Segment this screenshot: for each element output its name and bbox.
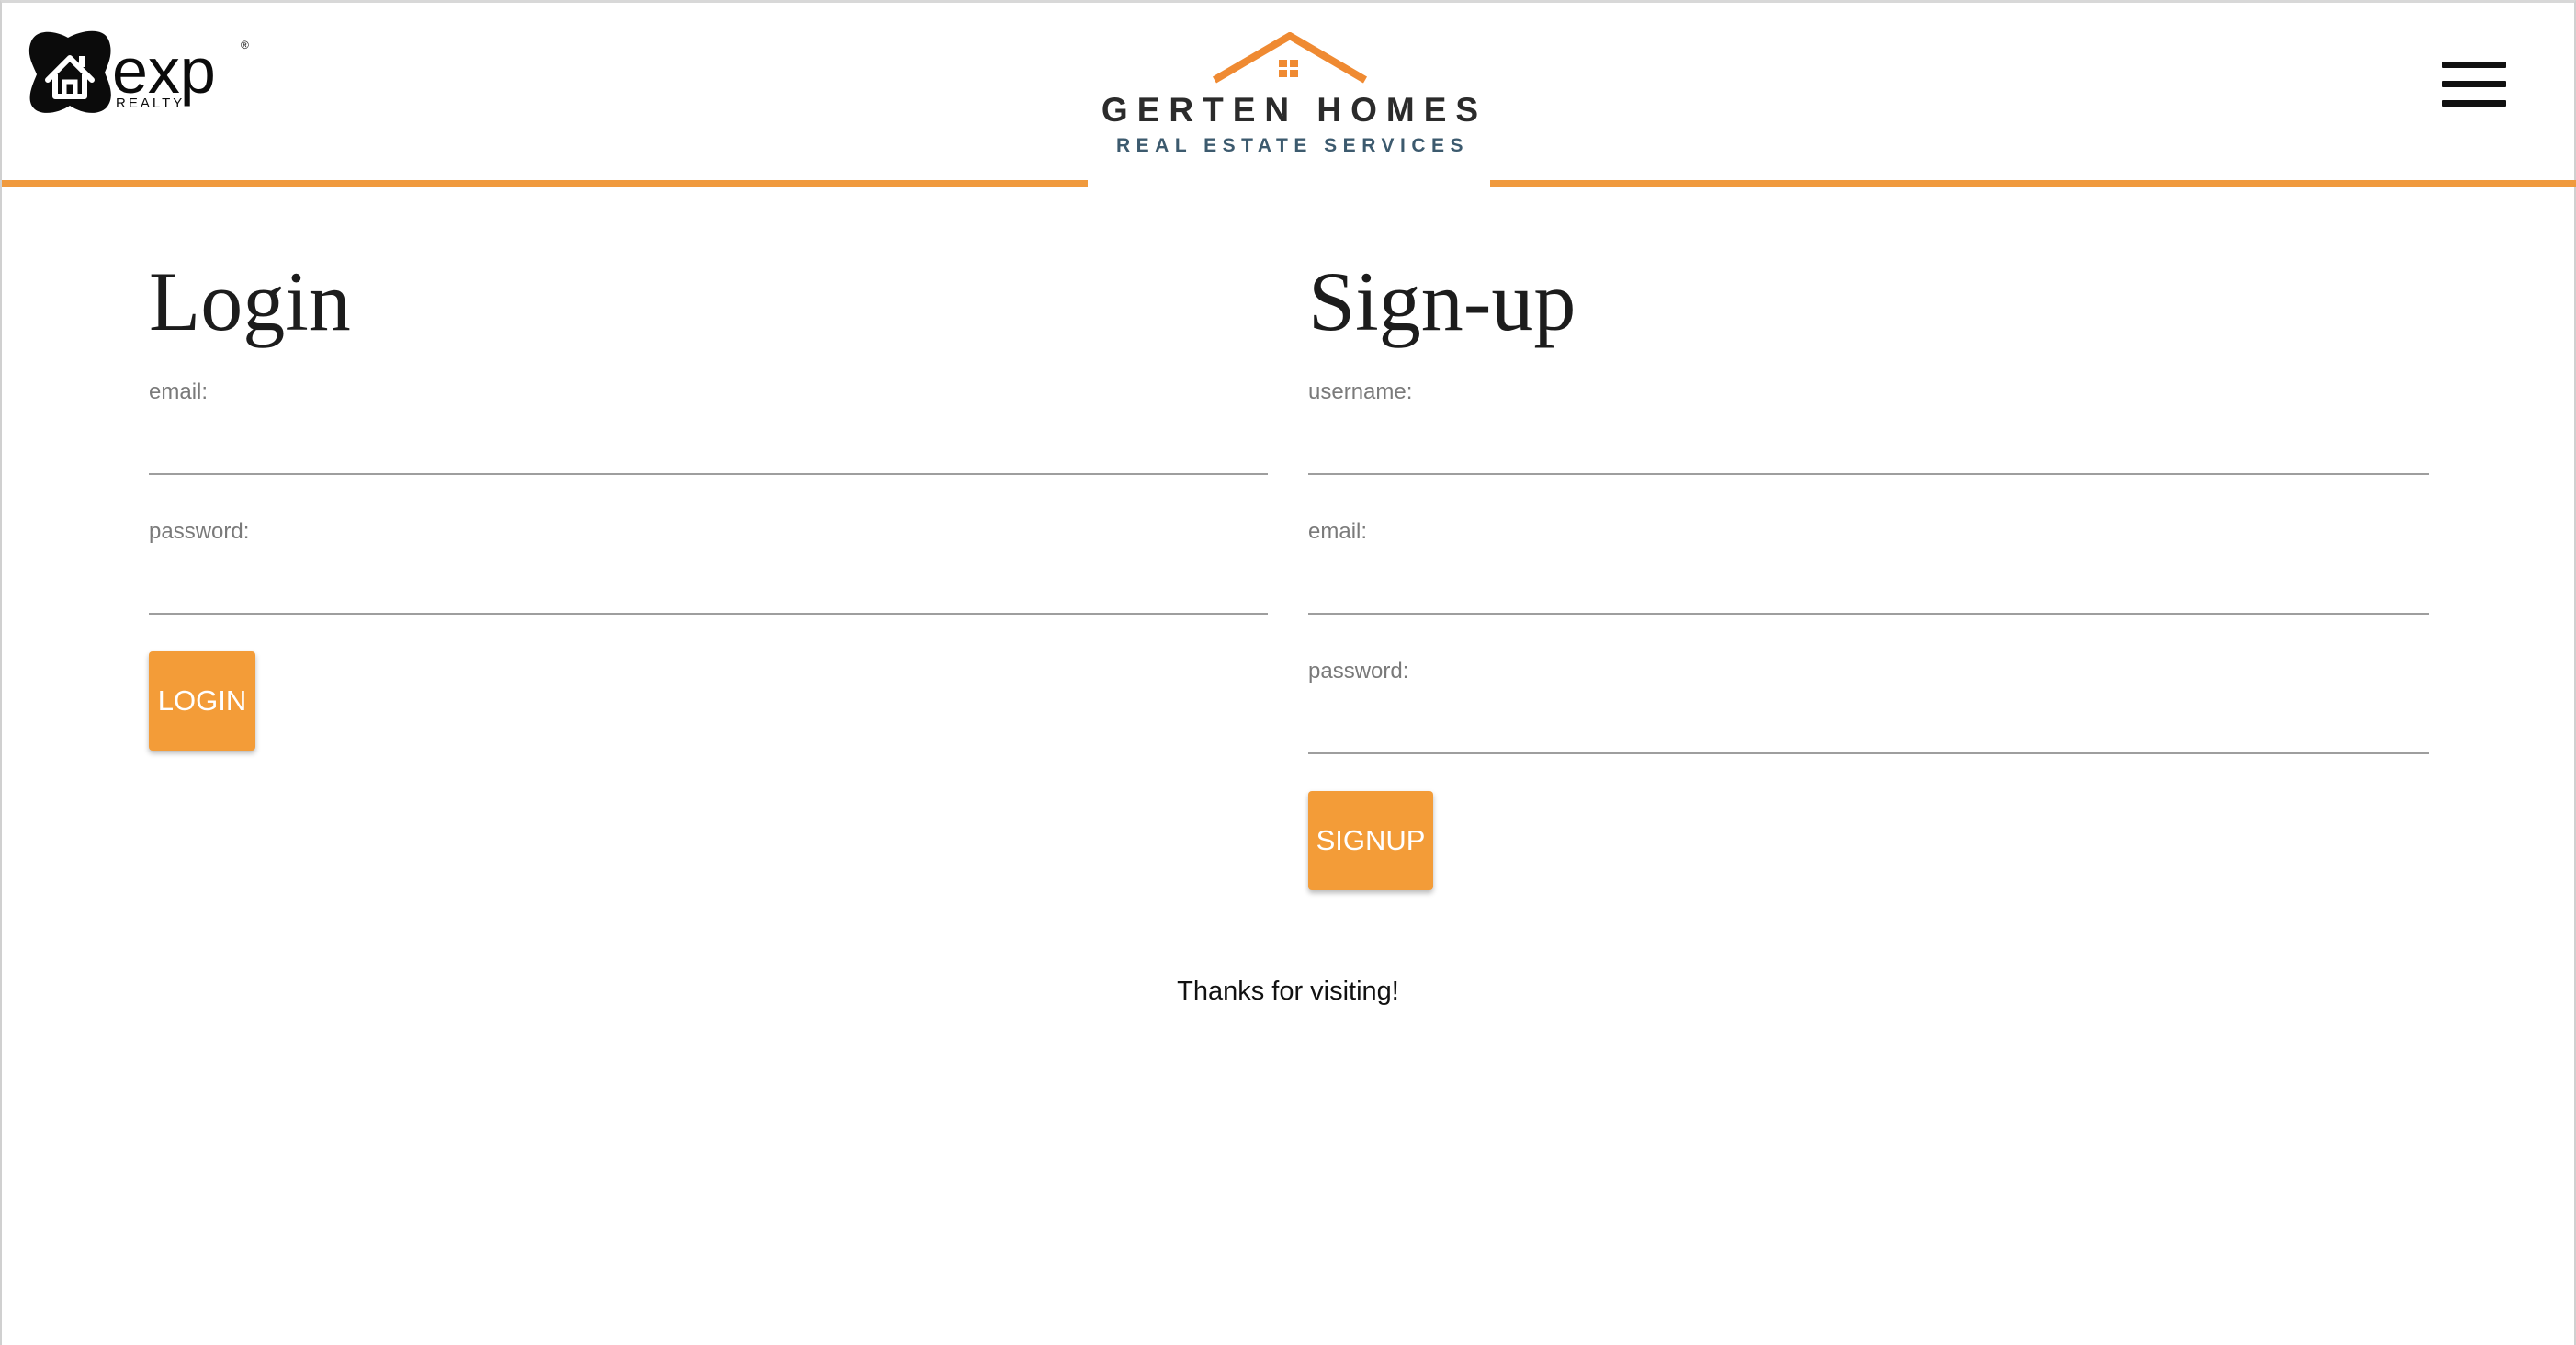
login-title: Login <box>149 254 351 348</box>
hamburger-menu-icon[interactable] <box>2442 62 2506 107</box>
signup-password-input[interactable] <box>1308 690 2429 754</box>
login-password-field: password: <box>149 499 1268 639</box>
footer-thanks-text: Thanks for visiting! <box>1177 977 1399 1006</box>
header-rule-right <box>1490 180 2576 187</box>
exp-realty-logo-icon: exp ® REALTY <box>28 30 249 113</box>
login-email-field: email: <box>149 359 1268 499</box>
brand-name: GERTEN HOMES <box>1101 91 1488 129</box>
signup-email-label: email: <box>1308 519 1368 544</box>
page: exp ® REALTY GERTEN HOMES REAL ESTATE SE… <box>0 0 2576 1345</box>
menu-bar <box>2442 81 2506 87</box>
gerten-homes-logo[interactable]: GERTEN HOMES REAL ESTATE SERVICES <box>1088 32 1492 170</box>
signup-username-input[interactable] <box>1308 411 2429 475</box>
signup-email-field: email: <box>1308 499 2429 639</box>
login-password-label: password: <box>149 519 250 544</box>
login-password-input[interactable] <box>149 550 1268 615</box>
brand-tagline: REAL ESTATE SERVICES <box>1116 135 1469 156</box>
exp-subtext: REALTY <box>116 96 185 111</box>
signup-username-label: username: <box>1308 379 1413 404</box>
menu-bar <box>2442 100 2506 107</box>
menu-bar <box>2442 62 2506 68</box>
signup-title: Sign-up <box>1308 254 1576 348</box>
registered-mark: ® <box>241 39 249 51</box>
signup-button[interactable]: SIGNUP <box>1308 791 1433 890</box>
header-rule-left <box>2 180 1088 187</box>
exp-realty-logo[interactable]: exp ® REALTY <box>28 28 250 119</box>
signup-form: Sign-up username: email: password: SIGNU… <box>1308 251 2429 890</box>
login-button[interactable]: LOGIN <box>149 651 255 751</box>
signup-username-field: username: <box>1308 359 2429 499</box>
login-form: Login email: password: LOGIN <box>149 251 1268 751</box>
house-roof-icon <box>1212 32 1368 84</box>
site-header: exp ® REALTY GERTEN HOMES REAL ESTATE SE… <box>2 3 2576 187</box>
login-email-label: email: <box>149 379 209 404</box>
signup-email-input[interactable] <box>1308 550 2429 615</box>
signup-password-label: password: <box>1308 659 1409 684</box>
login-email-input[interactable] <box>149 411 1268 475</box>
signup-password-field: password: <box>1308 639 2429 778</box>
